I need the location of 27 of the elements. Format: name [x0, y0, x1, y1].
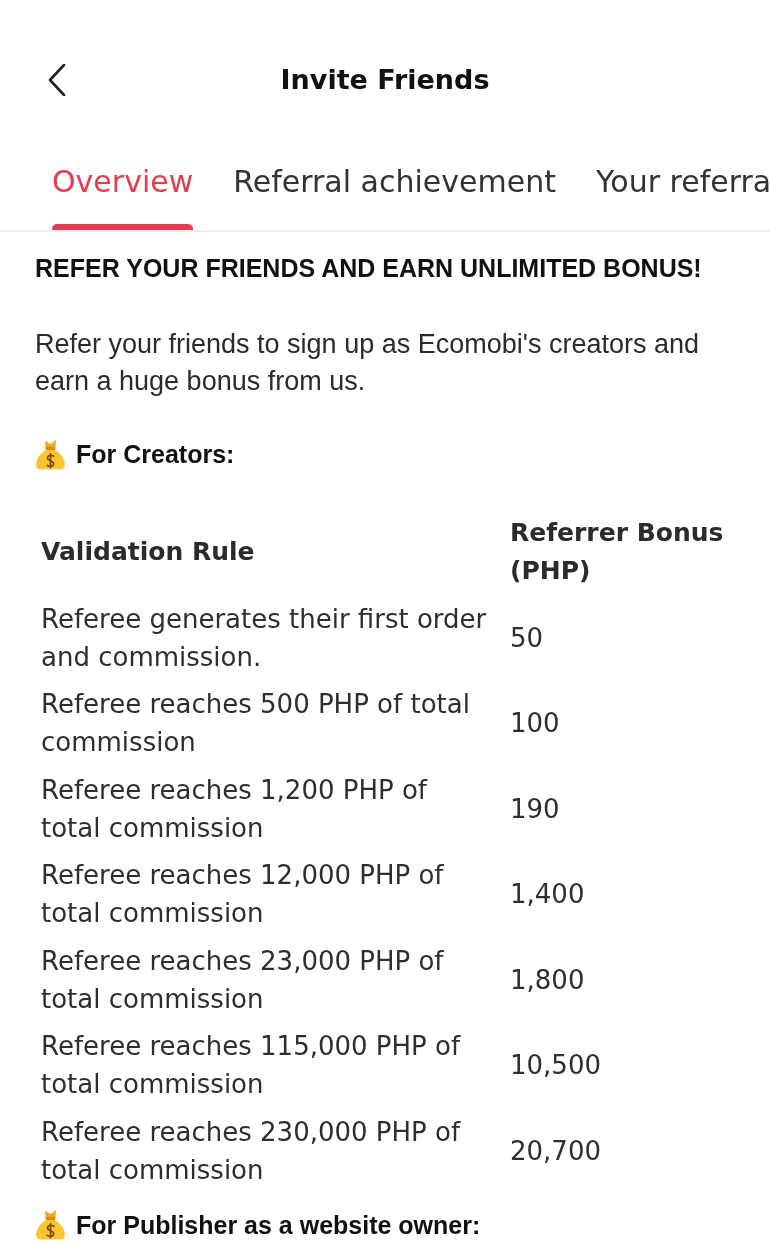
table-cell-text: 50 — [510, 621, 545, 655]
table-cell-text: Referee reaches 230,000 PHP of total commission — [41, 1115, 462, 1187]
section-title: For Creators: — [76, 439, 235, 470]
column-header: Referrer Bonus (PHP) — [510, 517, 725, 587]
table-cell-text: 100 — [510, 707, 561, 740]
page-title: Invite Friends — [280, 63, 490, 97]
section-title: For Publisher as a website owner: — [76, 1209, 481, 1241]
table-cell-text: Referee reaches 23,000 PHP of total commission — [41, 944, 445, 1016]
column-header: Validation Rule — [41, 536, 256, 568]
promo-heading: REFER YOUR FRIENDS AND EARN UNLIMITED BONUS! — [35, 253, 703, 284]
money-bag-icon — [35, 1209, 66, 1240]
table-cell-text: Referee reaches 115,000 PHP of total commission — [41, 1030, 462, 1101]
table-cell-text: Referee reaches 1,200 PHP of total commission — [41, 773, 429, 845]
tab[interactable]: Overview — [52, 160, 194, 230]
tab[interactable]: Referral achievement — [233, 160, 556, 230]
table-cell-text: 10,500 — [510, 1049, 602, 1082]
table-cell-text: 1,800 — [510, 963, 586, 997]
table-cell-text: 20,700 — [510, 1134, 602, 1168]
tab[interactable]: Your referra — [596, 160, 770, 230]
money-bag-icon — [35, 438, 66, 470]
table-cell-text: 1,400 — [510, 878, 586, 911]
table-cell-text: 190 — [510, 792, 561, 826]
intro-paragraph: Refer your friends to sign up as Ecomobi's creators and earn a huge bonus from us. — [35, 328, 700, 398]
chevron-left-icon — [48, 64, 66, 96]
table-cell-text: Referee reaches 12,000 PHP of total commission — [41, 859, 445, 930]
table-cell-text: Referee generates their first order and commission. — [41, 602, 488, 674]
table-cell-text: Referee reaches 500 PHP of total commission — [41, 688, 471, 759]
